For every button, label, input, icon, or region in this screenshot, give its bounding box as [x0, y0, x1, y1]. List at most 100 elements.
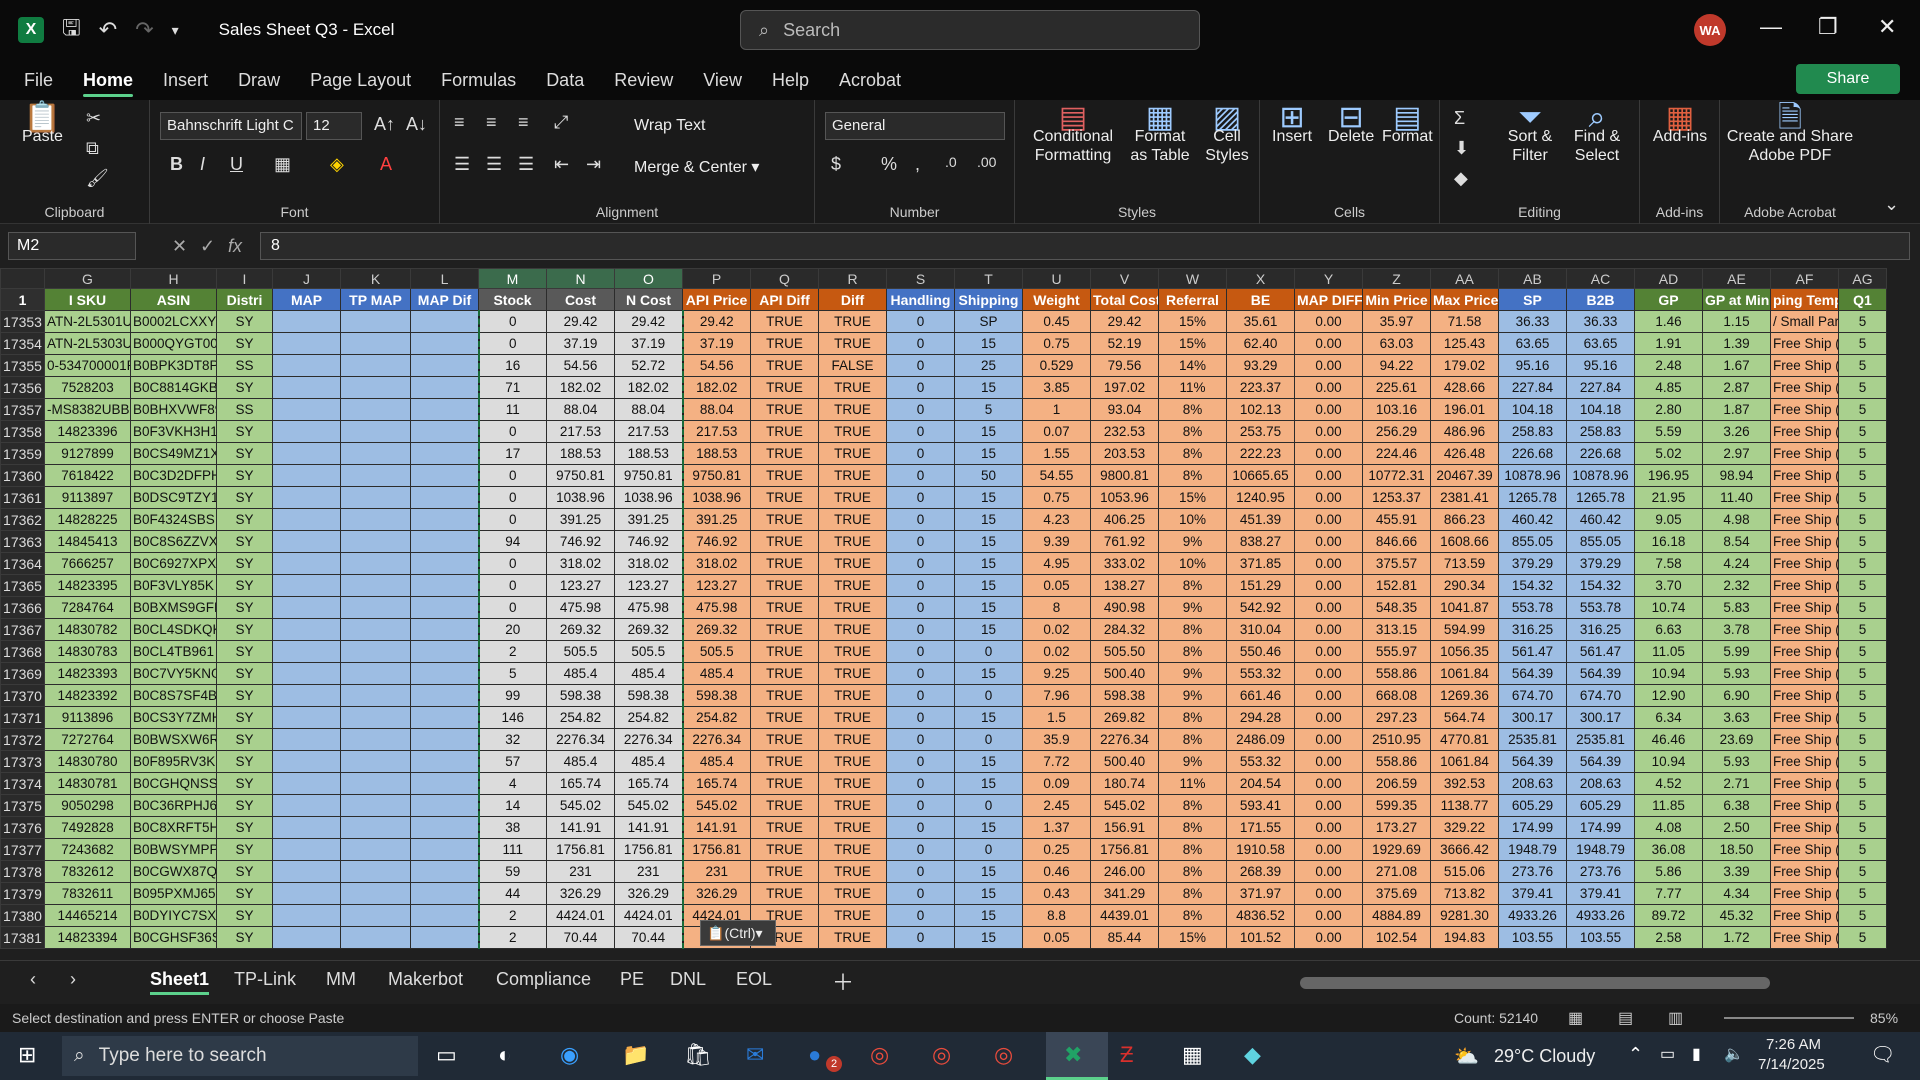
cell[interactable]: 500.40: [1090, 662, 1159, 685]
cell[interactable]: 9%: [1158, 596, 1227, 619]
cell[interactable]: TRUE: [818, 794, 887, 817]
cell[interactable]: 0: [954, 640, 1023, 663]
cell[interactable]: 605.29: [1566, 794, 1635, 817]
cell[interactable]: 1.15: [1702, 310, 1771, 333]
cell[interactable]: TRUE: [750, 354, 819, 377]
cell[interactable]: 15: [954, 552, 1023, 575]
cell[interactable]: 37.19: [682, 332, 751, 355]
column-title[interactable]: Stock: [478, 288, 547, 311]
column-header-ab[interactable]: AB: [1498, 268, 1567, 289]
cell[interactable]: [410, 354, 479, 377]
cell[interactable]: 188.53: [546, 442, 615, 465]
cell[interactable]: 505.5: [614, 640, 684, 663]
cell[interactable]: 406.25: [1090, 508, 1159, 531]
cell[interactable]: TRUE: [750, 684, 819, 707]
column-header-z[interactable]: Z: [1362, 268, 1431, 289]
share-button[interactable]: Share: [1796, 64, 1900, 94]
cell[interactable]: SS: [216, 354, 273, 377]
cell[interactable]: 5: [1838, 728, 1887, 751]
cell[interactable]: 29.42: [546, 310, 615, 333]
cell[interactable]: [410, 882, 479, 905]
cell[interactable]: 188.53: [614, 442, 684, 465]
cell[interactable]: 23.69: [1702, 728, 1771, 751]
cell[interactable]: [272, 376, 341, 399]
tab-draw[interactable]: Draw: [238, 64, 280, 97]
cell[interactable]: [340, 508, 411, 531]
cell[interactable]: 123.27: [614, 574, 684, 597]
cell[interactable]: 194.83: [1430, 926, 1499, 949]
cell[interactable]: 9750.81: [614, 464, 684, 487]
cell[interactable]: 555.97: [1362, 640, 1431, 663]
create-pdf-button[interactable]: 🗎 Create and Share Adobe PDF: [1726, 103, 1854, 165]
cell[interactable]: 4424.01: [614, 904, 684, 927]
cell[interactable]: TRUE: [750, 486, 819, 509]
column-header-o[interactable]: O: [614, 268, 683, 289]
column-header-j[interactable]: J: [272, 268, 341, 289]
cell[interactable]: 8.54: [1702, 530, 1771, 553]
cell[interactable]: 174.99: [1498, 816, 1567, 839]
cell[interactable]: 10878.96: [1566, 464, 1635, 487]
cell[interactable]: 9127899: [44, 442, 131, 465]
find-select-button[interactable]: ⌕ Find & Select: [1564, 103, 1630, 165]
cell[interactable]: 14845413: [44, 530, 131, 553]
cell[interactable]: 2.97: [1702, 442, 1771, 465]
cell[interactable]: 4.23: [1022, 508, 1091, 531]
cell[interactable]: 15%: [1158, 926, 1227, 949]
cell[interactable]: TRUE: [818, 728, 887, 751]
cell[interactable]: 0.05: [1022, 926, 1091, 949]
cell[interactable]: SY: [216, 684, 273, 707]
cell[interactable]: [410, 376, 479, 399]
cell[interactable]: 855.05: [1566, 530, 1635, 553]
cell[interactable]: 0.46: [1022, 860, 1091, 883]
cell[interactable]: 485.4: [682, 750, 751, 773]
cell[interactable]: 93.29: [1226, 354, 1295, 377]
column-title[interactable]: GP: [1634, 288, 1703, 311]
row-number[interactable]: 17371: [0, 706, 45, 729]
cell[interactable]: 316.25: [1566, 618, 1635, 641]
cell[interactable]: 3.70: [1634, 574, 1703, 597]
cell[interactable]: 103.16: [1362, 398, 1431, 421]
cell[interactable]: 14%: [1158, 354, 1227, 377]
cell[interactable]: 104.18: [1566, 398, 1635, 421]
cell[interactable]: 598.38: [1090, 684, 1159, 707]
cell[interactable]: 179.02: [1430, 354, 1499, 377]
cell[interactable]: 4.24: [1702, 552, 1771, 575]
cell[interactable]: 333.02: [1090, 552, 1159, 575]
cell[interactable]: 54.55: [1022, 464, 1091, 487]
row-number[interactable]: 17354: [0, 332, 45, 355]
cell[interactable]: [410, 310, 479, 333]
cell[interactable]: 1756.81: [614, 838, 684, 861]
row-number[interactable]: 17379: [0, 882, 45, 905]
cell[interactable]: 0: [886, 310, 955, 333]
cell[interactable]: 0.00: [1294, 838, 1363, 861]
cell[interactable]: Free Ship (B: [1770, 332, 1839, 355]
cell[interactable]: [410, 772, 479, 795]
cell[interactable]: 341.29: [1090, 882, 1159, 905]
undo-icon[interactable]: ↶: [99, 17, 117, 43]
cell[interactable]: 0: [886, 728, 955, 751]
cell[interactable]: 8%: [1158, 728, 1227, 751]
cell[interactable]: 9050298: [44, 794, 131, 817]
cell[interactable]: 2.45: [1022, 794, 1091, 817]
cell[interactable]: 231: [682, 860, 751, 883]
cell[interactable]: 15: [954, 530, 1023, 553]
cell[interactable]: B0DSC9TZY1: [130, 486, 217, 509]
cell[interactable]: 545.02: [614, 794, 684, 817]
cell[interactable]: 9113897: [44, 486, 131, 509]
cell[interactable]: 0: [886, 574, 955, 597]
cell[interactable]: B0C36RPHJ6: [130, 794, 217, 817]
cell[interactable]: [272, 508, 341, 531]
align-middle-icon[interactable]: ≡: [486, 112, 497, 133]
cell[interactable]: B0002LCXXY: [130, 310, 217, 333]
cell[interactable]: TRUE: [750, 420, 819, 443]
cell[interactable]: 15: [954, 596, 1023, 619]
cell[interactable]: [272, 882, 341, 905]
cell[interactable]: 5: [1838, 618, 1887, 641]
cell[interactable]: [410, 552, 479, 575]
cell[interactable]: 0.45: [1022, 310, 1091, 333]
cell[interactable]: 0.05: [1022, 574, 1091, 597]
cell[interactable]: 284.32: [1090, 618, 1159, 641]
cell[interactable]: / Small Parc: [1770, 310, 1839, 333]
cell[interactable]: SY: [216, 596, 273, 619]
customize-toolbar-icon[interactable]: ▾: [172, 22, 179, 39]
